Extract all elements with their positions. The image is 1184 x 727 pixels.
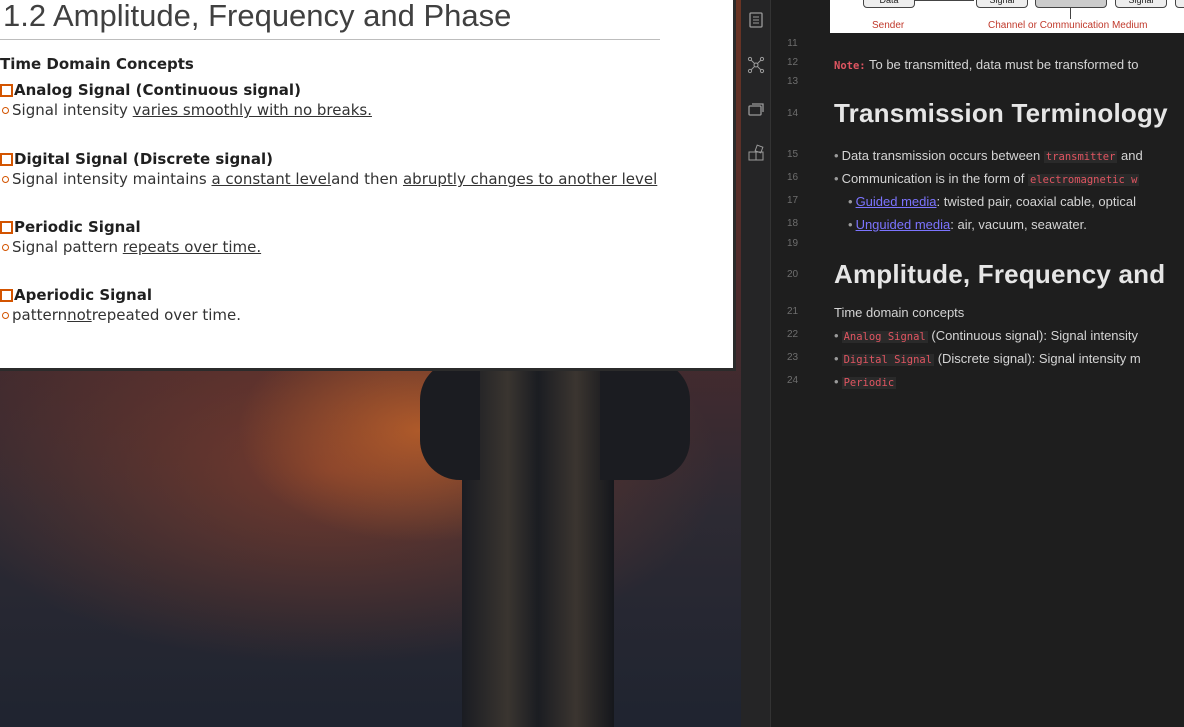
line-number: 23 <box>786 352 799 363</box>
inline-code: Periodic <box>841 377 897 389</box>
slide-item-analog: Analog Signal (Continuous signal) Signal… <box>0 81 372 119</box>
arrow-line <box>914 0 974 1</box>
line-number: 20 <box>786 269 799 280</box>
circle-bullet-icon <box>2 175 9 183</box>
line-number: 12 <box>786 57 799 68</box>
slide-item-aperiodic: Aperiodic Signal pattern not repeated ov… <box>0 286 241 324</box>
slide-item-digital: Digital Signal (Discrete signal) Signal … <box>0 150 657 188</box>
heading-amplitude-frequency: Amplitude, Frequency and <box>834 259 1166 289</box>
diagram-box-data: Data <box>863 0 915 8</box>
checkbox-bullet-icon <box>0 220 13 234</box>
item-text: Signal pattern <box>12 238 118 256</box>
editor-line-heading[interactable]: 14 Transmission Terminology <box>771 98 1184 134</box>
inline-code: Digital Signal <box>841 354 935 366</box>
diagram-label-channel: Channel or Communication Medium <box>988 20 1148 31</box>
line-number: 13 <box>786 76 799 87</box>
item-text-underlined: varies smoothly with no breaks. <box>132 101 372 119</box>
cards-icon[interactable] <box>747 100 765 118</box>
item-text: Signal intensity <box>12 101 128 119</box>
graph-icon[interactable] <box>747 56 765 74</box>
slide-title: 1.2 Amplitude, Frequency and Phase <box>3 0 512 33</box>
inline-code: transmitter <box>1043 151 1118 163</box>
slide-item-periodic: Periodic Signal Signal pattern repeats o… <box>0 218 261 256</box>
item-heading: Periodic Signal <box>14 218 141 236</box>
item-text: repeated over time. <box>91 306 241 324</box>
line-number: 22 <box>786 329 799 340</box>
communication-diagram: Data Signal Signal Sender Channel or Com… <box>830 0 1184 33</box>
line-text: Time domain concepts <box>834 305 965 320</box>
line-number: 14 <box>786 108 799 119</box>
editor-line[interactable]: 18 • Unguided media: air, vacuum, seawate… <box>771 216 1184 238</box>
blocks-icon[interactable] <box>747 144 765 162</box>
line-number: 16 <box>786 172 799 183</box>
note-text: To be transmitted, data must be transfor… <box>865 57 1139 72</box>
title-divider <box>0 39 660 40</box>
item-text-underlined: a constant level <box>211 170 332 188</box>
diagram-box-signal-out: Signal <box>1115 0 1167 8</box>
diagram-box-edge <box>1175 0 1184 8</box>
diagram-box-channel <box>1035 0 1107 8</box>
line-number: 18 <box>786 218 799 229</box>
line-number: 24 <box>786 375 799 386</box>
editor-line[interactable]: 15 • Data transmission occurs between tra… <box>771 147 1184 169</box>
line-text: (Continuous signal): Signal intensity <box>927 328 1139 343</box>
diagram-label-sender: Sender <box>872 20 905 31</box>
checkbox-bullet-icon <box>0 152 13 166</box>
guided-media-link[interactable]: Guided media <box>856 194 937 209</box>
editor-line[interactable]: 22 • Analog Signal (Continuous signal): S… <box>771 327 1184 349</box>
tower-arm-right <box>600 360 690 480</box>
channel-pointer <box>1070 7 1071 19</box>
line-text: : air, vacuum, seawater. <box>950 217 1087 232</box>
editor-line[interactable]: 21 Time domain concepts <box>771 304 1184 326</box>
line-number: 21 <box>786 306 799 317</box>
editor-line[interactable]: 17 • Guided media: twisted pair, coaxial … <box>771 193 1184 215</box>
circle-bullet-icon <box>2 106 9 114</box>
diagram-box-signal: Signal <box>976 0 1028 8</box>
line-number: 19 <box>786 238 799 249</box>
circle-bullet-icon <box>2 243 9 251</box>
line-text: Data transmission occurs between <box>841 148 1044 163</box>
editor-line[interactable]: 12 Note: To be transmitted, data must be… <box>771 55 1184 77</box>
tower-silhouette <box>462 340 614 727</box>
markdown-editor[interactable]: Data Signal Signal Sender Channel or Com… <box>771 0 1184 727</box>
editor-line[interactable]: 16 • Communication is in the form of elec… <box>771 170 1184 192</box>
unguided-media-link[interactable]: Unguided media <box>856 217 951 232</box>
line-number: 15 <box>786 149 799 160</box>
page-icon[interactable] <box>747 11 765 29</box>
editor-line[interactable]: 24 • Periodic <box>771 373 1184 395</box>
editor-line[interactable]: 13 <box>771 76 1184 98</box>
line-number: 17 <box>786 195 799 206</box>
line-text: : twisted pair, coaxial cable, optical <box>936 194 1136 209</box>
checkbox-bullet-icon <box>0 288 13 302</box>
editor-line[interactable]: 19 <box>771 236 1184 258</box>
item-text-underlined: not <box>67 306 92 324</box>
item-text: Signal intensity maintains <box>12 170 207 188</box>
item-text: pattern <box>12 306 68 324</box>
item-text-underlined: abruptly changes to another level <box>402 170 658 188</box>
tower-arm-left <box>420 360 480 480</box>
line-text: (Discrete signal): Signal intensity m <box>934 351 1141 366</box>
note-label: Note: <box>834 60 866 72</box>
item-heading: Digital Signal (Discrete signal) <box>14 150 273 168</box>
item-heading: Aperiodic Signal <box>14 286 152 304</box>
inline-code: Analog Signal <box>841 331 928 343</box>
circle-bullet-icon <box>2 311 9 319</box>
editor-line[interactable]: 23 • Digital Signal (Discrete signal): Si… <box>771 350 1184 372</box>
item-heading: Analog Signal (Continuous signal) <box>14 81 301 99</box>
item-text-underlined: repeats over time. <box>122 238 262 256</box>
inline-code: electromagnetic w <box>1027 174 1140 186</box>
editor-line-heading[interactable]: 20 Amplitude, Frequency and <box>771 259 1184 295</box>
presentation-slide: 1.2 Amplitude, Frequency and Phase Time … <box>0 0 736 371</box>
line-text: Communication is in the form of <box>841 171 1028 186</box>
checkbox-bullet-icon <box>0 83 13 97</box>
line-text: and <box>1117 148 1143 163</box>
slide-heading: Time Domain Concepts <box>0 55 194 73</box>
activity-bar <box>741 0 771 727</box>
item-text: and then <box>331 170 399 188</box>
heading-transmission-terminology: Transmission Terminology <box>834 98 1168 128</box>
line-number: 11 <box>787 38 798 49</box>
